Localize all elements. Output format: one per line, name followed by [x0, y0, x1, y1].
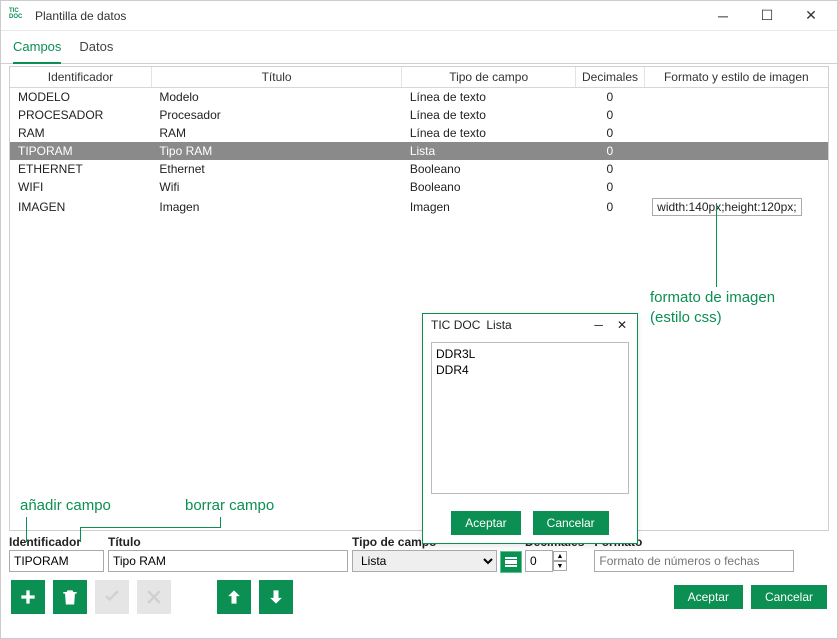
col-header-title[interactable]: Título — [151, 67, 401, 88]
cell-type: Línea de texto — [402, 124, 576, 142]
titlebar: TIC DOC Plantilla de datos ─ ☐ ✕ — [1, 1, 837, 31]
dec-spin-up[interactable]: ▲ — [553, 551, 567, 561]
annotation-add-field: añadir campo — [20, 497, 111, 514]
list-editor-dialog: TIC DOC Lista ─ ✕ Aceptar Cancelar — [422, 313, 638, 544]
title-input[interactable] — [108, 550, 348, 572]
close-button[interactable]: ✕ — [789, 2, 833, 30]
bottom-toolbar: Aceptar Cancelar — [1, 574, 837, 620]
cell-title: Procesador — [151, 106, 401, 124]
cell-fmt — [644, 160, 828, 178]
dialog-accept-button[interactable]: Aceptar — [451, 511, 520, 535]
cell-fmt — [644, 178, 828, 196]
cell-title: Tipo RAM — [151, 142, 401, 160]
cell-type: Línea de texto — [402, 88, 576, 107]
annotation-delete-field: borrar campo — [185, 497, 274, 514]
table-row[interactable]: TIPORAMTipo RAMLista0 — [10, 142, 828, 160]
annotation-image-format-2: (estilo css) — [650, 309, 722, 326]
cell-dec: 0 — [576, 160, 645, 178]
cell-fmt — [644, 142, 828, 160]
dec-spin-down[interactable]: ▼ — [553, 561, 567, 571]
id-input[interactable] — [9, 550, 104, 572]
plus-icon — [18, 587, 38, 607]
table-row[interactable]: WIFIWifiBooleano0 — [10, 178, 828, 196]
cell-id: RAM — [10, 124, 151, 142]
cell-id: TIPORAM — [10, 142, 151, 160]
cell-fmt — [644, 124, 828, 142]
tab-datos[interactable]: Datos — [79, 35, 113, 63]
list-textarea[interactable] — [431, 342, 629, 494]
accept-button[interactable]: Aceptar — [674, 585, 743, 609]
delete-field-button[interactable] — [53, 580, 87, 614]
dialog-cancel-button[interactable]: Cancelar — [533, 511, 609, 535]
cell-title: Wifi — [151, 178, 401, 196]
cell-fmt: width:140px;height:120px; — [644, 196, 828, 218]
tabs: Campos Datos — [1, 31, 837, 64]
check-icon — [102, 587, 122, 607]
arrow-down-icon — [266, 587, 286, 607]
accept-edit-button — [95, 580, 129, 614]
cell-type: Booleano — [402, 160, 576, 178]
cancel-button[interactable]: Cancelar — [751, 585, 827, 609]
cell-title: RAM — [151, 124, 401, 142]
list-editor-button[interactable] — [501, 552, 521, 572]
dec-input[interactable] — [525, 550, 553, 572]
cell-id: ETHERNET — [10, 160, 151, 178]
cell-id: WIFI — [10, 178, 151, 196]
x-icon — [144, 587, 164, 607]
cell-title: Modelo — [151, 88, 401, 107]
cell-dec: 0 — [576, 106, 645, 124]
cell-title: Ethernet — [151, 160, 401, 178]
cell-dec: 0 — [576, 196, 645, 218]
cell-title: Imagen — [151, 196, 401, 218]
trash-icon — [60, 587, 80, 607]
cell-type: Imagen — [402, 196, 576, 218]
cell-dec: 0 — [576, 88, 645, 107]
table-row[interactable]: RAMRAMLínea de texto0 — [10, 124, 828, 142]
window-title: Plantilla de datos — [35, 9, 126, 23]
add-field-button[interactable] — [11, 580, 45, 614]
cell-fmt — [644, 106, 828, 124]
annotation-image-format-1: formato de imagen — [650, 289, 775, 306]
table-row[interactable]: ETHERNETEthernetBooleano0 — [10, 160, 828, 178]
cell-id: PROCESADOR — [10, 106, 151, 124]
dialog-close-button[interactable]: ✕ — [613, 318, 631, 332]
cancel-edit-button — [137, 580, 171, 614]
cell-id: IMAGEN — [10, 196, 151, 218]
table-row[interactable]: IMAGENImagenImagen0width:140px;height:12… — [10, 196, 828, 218]
cell-dec: 0 — [576, 178, 645, 196]
dialog-titlebar: TIC DOC Lista ─ ✕ — [423, 314, 637, 336]
cell-dec: 0 — [576, 124, 645, 142]
fields-table: Identificador Título Tipo de campo Decim… — [9, 66, 829, 531]
cell-type: Booleano — [402, 178, 576, 196]
cell-type: Lista — [402, 142, 576, 160]
id-label: Identificador — [9, 535, 104, 549]
cell-id: MODELO — [10, 88, 151, 107]
col-header-dec[interactable]: Decimales — [576, 67, 645, 88]
title-label: Título — [108, 535, 348, 549]
cell-fmt — [644, 88, 828, 107]
minimize-button[interactable]: ─ — [701, 2, 745, 30]
main-window: TIC DOC Plantilla de datos ─ ☐ ✕ Campos … — [0, 0, 838, 639]
table-header-row: Identificador Título Tipo de campo Decim… — [10, 67, 828, 88]
app-icon: TIC DOC — [431, 318, 480, 332]
tab-campos[interactable]: Campos — [13, 35, 61, 64]
move-down-button[interactable] — [259, 580, 293, 614]
field-editor-form: Identificador Título Tipo de campo Lista… — [1, 531, 837, 574]
table-row[interactable]: PROCESADORProcesadorLínea de texto0 — [10, 106, 828, 124]
move-up-button[interactable] — [217, 580, 251, 614]
maximize-button[interactable]: ☐ — [745, 2, 789, 30]
col-header-id[interactable]: Identificador — [10, 67, 151, 88]
dialog-title: Lista — [486, 318, 511, 332]
app-icon: TIC DOC — [9, 8, 29, 24]
cell-type: Línea de texto — [402, 106, 576, 124]
col-header-type[interactable]: Tipo de campo — [402, 67, 576, 88]
fmt-input[interactable] — [594, 550, 794, 572]
col-header-fmt[interactable]: Formato y estilo de imagen — [644, 67, 828, 88]
dialog-minimize-button[interactable]: ─ — [590, 318, 607, 332]
arrow-up-icon — [224, 587, 244, 607]
cell-dec: 0 — [576, 142, 645, 160]
table-row[interactable]: MODELOModeloLínea de texto0 — [10, 88, 828, 107]
type-select[interactable]: Lista — [352, 550, 497, 572]
